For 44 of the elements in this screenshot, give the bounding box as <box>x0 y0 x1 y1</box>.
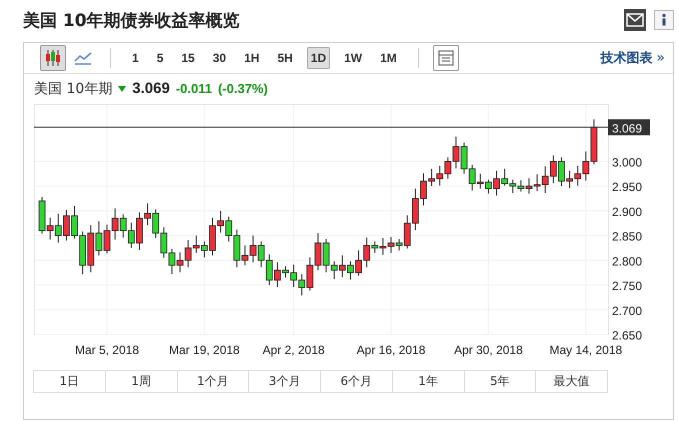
y-axis-label: 2.900 <box>612 204 642 219</box>
candlestick-icon[interactable] <box>40 45 66 71</box>
y-axis-label: 2.850 <box>612 230 642 244</box>
chevron-icon[interactable]: » <box>656 50 665 66</box>
range-button[interactable]: 1周 <box>104 370 178 393</box>
interval-button[interactable]: 15 <box>177 47 199 69</box>
x-axis-label: Mar 5, 2018 <box>74 343 139 357</box>
page-title: 美国 10年期债券收益率概览 <box>23 10 240 32</box>
interval-button[interactable]: 5 <box>152 47 168 69</box>
mail-icon[interactable] <box>624 9 646 31</box>
price-value: 3.069 <box>132 80 170 97</box>
interval-button[interactable]: 1 <box>128 47 143 69</box>
x-axis-label: Apr 16, 2018 <box>356 343 426 357</box>
range-button[interactable]: 3个月 <box>248 370 321 393</box>
interval-button[interactable]: 1D <box>306 47 330 69</box>
range-button[interactable]: 1个月 <box>176 370 250 393</box>
range-button[interactable]: 1日 <box>33 370 106 393</box>
info-icon[interactable] <box>654 10 674 30</box>
instrument-name: 美国 10年期 <box>34 80 112 98</box>
interval-button[interactable]: 1M <box>376 47 401 69</box>
technical-chart-link[interactable]: 技术图表 <box>600 49 652 67</box>
x-axis-label: Mar 19, 2018 <box>169 343 240 357</box>
range-button[interactable]: 最大值 <box>535 370 608 393</box>
range-button[interactable]: 1年 <box>392 370 464 393</box>
interval-button[interactable]: 30 <box>208 47 230 69</box>
y-axis-label: 2.800 <box>612 254 642 268</box>
y-axis-label: 2.650 <box>612 328 642 342</box>
y-axis-label: 2.950 <box>612 180 642 194</box>
x-axis-label: Apr 30, 2018 <box>454 343 523 357</box>
range-button[interactable]: 6个月 <box>320 370 393 393</box>
x-axis-label: Apr 2, 2018 <box>262 343 325 357</box>
percent-change: (-0.37%) <box>218 81 268 96</box>
interval-button[interactable]: 5H <box>273 47 297 69</box>
price-tag: 3.069 <box>608 119 650 136</box>
y-axis-label: 2.700 <box>612 304 642 318</box>
price-change: -0.011 <box>176 81 212 96</box>
ref-line-label: 3.069 <box>612 121 642 136</box>
y-axis-label: 2.750 <box>612 279 642 294</box>
x-axis-label: May 14, 2018 <box>549 343 622 357</box>
layout-icon[interactable] <box>432 45 459 71</box>
interval-button[interactable]: 1H <box>240 47 264 69</box>
y-axis-label: 3.000 <box>612 155 642 170</box>
range-button[interactable]: 5年 <box>464 370 536 393</box>
interval-button[interactable]: 1W <box>340 47 366 69</box>
